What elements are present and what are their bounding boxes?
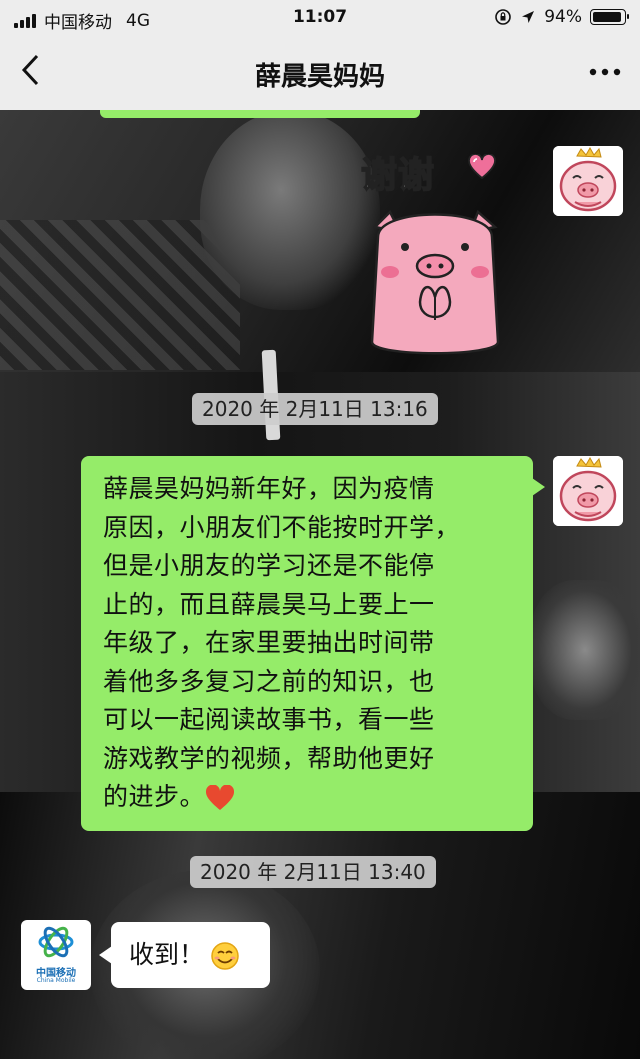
- sender-avatar[interactable]: 中国移动 China Mobile: [21, 920, 91, 990]
- message-line: 止的，而且薛晨昊马上要上一: [103, 589, 435, 619]
- message-timestamp: 2020 年 2月11日 13:40: [190, 856, 436, 888]
- message-line-last: 的进步。: [103, 778, 513, 817]
- pig-sticker-icon: [370, 209, 500, 355]
- red-heart-icon: [206, 785, 235, 810]
- pig-avatar-icon: [553, 146, 623, 216]
- message-line: 游戏教学的视频，帮助他更好: [103, 743, 435, 773]
- china-mobile-logo-icon: [38, 926, 74, 958]
- location-icon: [522, 11, 535, 23]
- message-line: 着他多多复习之前的知识，也: [103, 666, 435, 696]
- battery-percent: 94%: [544, 7, 582, 27]
- contact-avatar[interactable]: [553, 456, 623, 526]
- outgoing-message-bubble[interactable]: 薛晨昊妈妈新年好，因为疫情 原因，小朋友们不能按时开学， 但是小朋友的学习还是不…: [81, 456, 545, 831]
- heart-icon: [468, 154, 496, 180]
- sticker-text: 谢谢: [360, 154, 436, 197]
- chat-area[interactable]: 谢谢 2020 年 2月11日 13:16 薛晨昊妈妈新年好，因为疫情 原因，小…: [0, 110, 640, 1059]
- status-bar: 中国移动 4G 11:07 94%: [0, 0, 640, 36]
- contact-avatar[interactable]: [553, 146, 623, 216]
- nav-bar: 薛晨昊妈妈: [0, 36, 640, 110]
- battery-icon: [590, 9, 629, 25]
- message-line: 薛晨昊妈妈新年好，因为疫情: [103, 474, 435, 503]
- message-line: 但是小朋友的学习还是不能停: [103, 551, 435, 580]
- previous-message-bubble[interactable]: [100, 110, 420, 118]
- more-button[interactable]: [588, 58, 622, 78]
- orientation-lock-icon: [495, 9, 512, 25]
- message-text: 收到！: [129, 940, 205, 969]
- background-detail: [200, 110, 380, 310]
- sticker-message[interactable]: 谢谢: [355, 140, 515, 360]
- pig-avatar-icon: [553, 456, 623, 526]
- message-line: 年级了，在家里要抽出时间带: [103, 628, 435, 657]
- message-line: 可以一起阅读故事书，看一些: [103, 705, 435, 734]
- background-detail: [530, 580, 640, 720]
- chat-title: 薛晨昊妈妈: [254, 62, 385, 92]
- message-timestamp: 2020 年 2月11日 13:16: [192, 393, 438, 425]
- incoming-message-bubble[interactable]: 收到！: [99, 922, 270, 988]
- smile-emoji-icon: [211, 942, 239, 970]
- more-dots-icon: [589, 68, 621, 76]
- chat-background-photo: [0, 792, 640, 1059]
- message-line: 原因，小朋友们不能按时开学，: [103, 512, 461, 542]
- message-line: 的进步。: [103, 782, 206, 811]
- logo-text-en: China Mobile: [36, 977, 76, 984]
- status-right: 94%: [494, 7, 629, 27]
